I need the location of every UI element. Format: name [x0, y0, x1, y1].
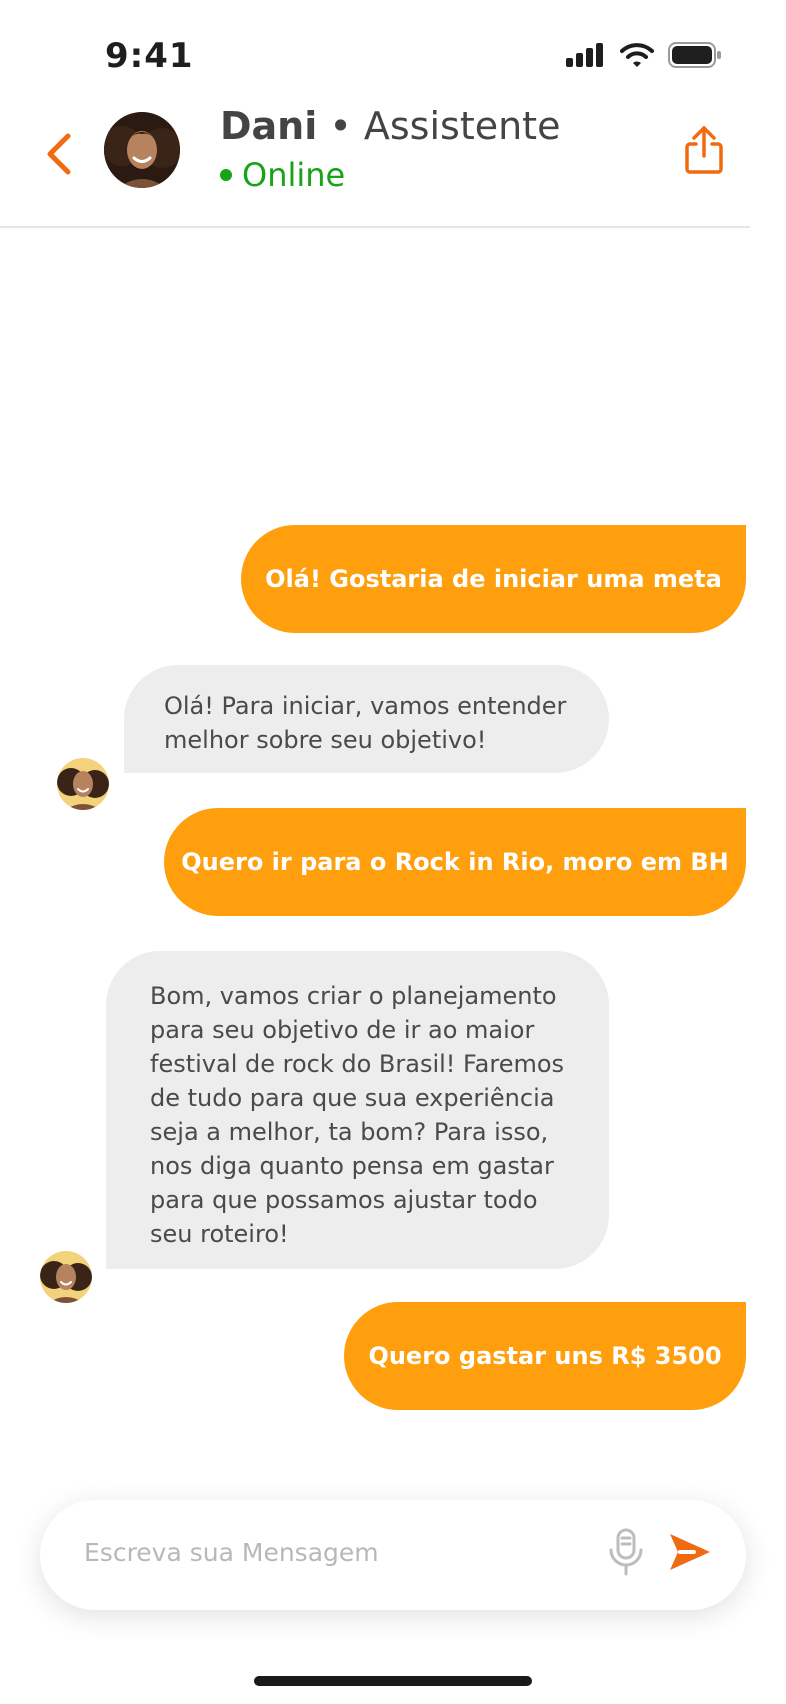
share-button[interactable] [682, 124, 726, 176]
battery-icon [668, 42, 721, 68]
microphone-button[interactable] [606, 1528, 646, 1576]
online-status: Online [220, 156, 345, 194]
message-incoming: Olá! Para iniciar, vamos entender melhor… [124, 665, 609, 773]
wifi-icon [620, 43, 654, 67]
message-input-placeholder[interactable]: Escreva sua Mensagem [84, 1538, 379, 1567]
send-button[interactable] [668, 1532, 712, 1572]
contact-role: Assistente [363, 104, 561, 148]
message-avatar [40, 1251, 92, 1303]
back-button[interactable] [40, 128, 76, 180]
signal-icon [566, 43, 603, 67]
title-separator: • [329, 104, 352, 148]
message-outgoing: Quero gastar uns R$ 3500 [344, 1302, 746, 1410]
contact-title: Dani • Assistente [220, 104, 560, 148]
share-icon [685, 126, 723, 174]
message-incoming: Bom, vamos criar o planejamento para seu… [106, 951, 609, 1269]
online-label: Online [242, 156, 346, 194]
message-outgoing: Olá! Gostaria de iniciar uma meta [241, 525, 746, 633]
status-time: 9:41 [105, 36, 194, 76]
chevron-left-icon [47, 133, 71, 175]
microphone-icon [609, 1528, 643, 1576]
home-indicator [254, 1676, 532, 1686]
contact-name: Dani [220, 104, 318, 148]
send-icon [670, 1534, 710, 1570]
message-avatar [57, 758, 109, 810]
online-dot-icon [220, 169, 232, 181]
status-icons [566, 42, 722, 68]
assistant-avatar[interactable] [104, 112, 180, 188]
message-outgoing: Quero ir para o Rock in Rio, moro em BH [164, 808, 746, 916]
